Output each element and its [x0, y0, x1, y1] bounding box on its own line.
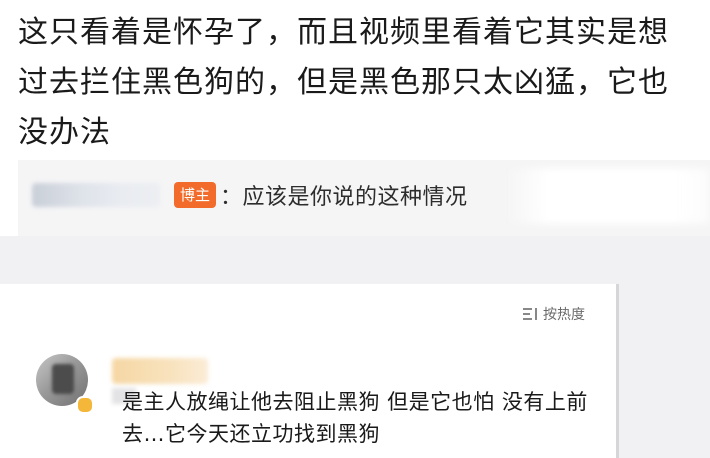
screenshot-page: 这只看着是怀孕了，而且视频里看着它其实是想过去拦住黑色狗的，但是黑色那只太凶猛，… — [0, 0, 710, 458]
blurred-commenter-name[interactable] — [112, 358, 208, 384]
blurred-username — [32, 183, 160, 207]
comments-card: 按热度 是主人放绳让他去阻止黑狗 但是它也怕 没有上前去…它今天还立功找到黑狗 — [0, 284, 619, 458]
reply-row: 博主 ：应该是你说的这种情况 — [32, 178, 468, 212]
sort-label: 按热度 — [543, 307, 585, 323]
avatar-image — [52, 364, 74, 394]
top-comment-card: 这只看着是怀孕了，而且视频里看着它其实是想过去拦住黑色狗的，但是黑色那只太凶猛，… — [0, 0, 710, 236]
blogger-reply-text: ：应该是你说的这种情况 — [220, 185, 468, 210]
sort-lines-icon — [523, 308, 537, 320]
blogger-reply-box[interactable]: 博主 ：应该是你说的这种情况 — [18, 160, 710, 236]
blogger-badge: 博主 — [174, 182, 217, 208]
top-comment-text: 这只看着是怀孕了，而且视频里看着它其实是想过去拦住黑色狗的，但是黑色那只太凶猛，… — [18, 15, 669, 150]
vip-badge-icon — [76, 396, 94, 414]
comment-text: 是主人放绳让他去阻止黑狗 但是它也怕 没有上前去…它今天还立功找到黑狗 — [122, 390, 588, 446]
sort-by-hot-button[interactable]: 按热度 — [522, 304, 585, 324]
reply-blur-mask — [504, 168, 710, 224]
